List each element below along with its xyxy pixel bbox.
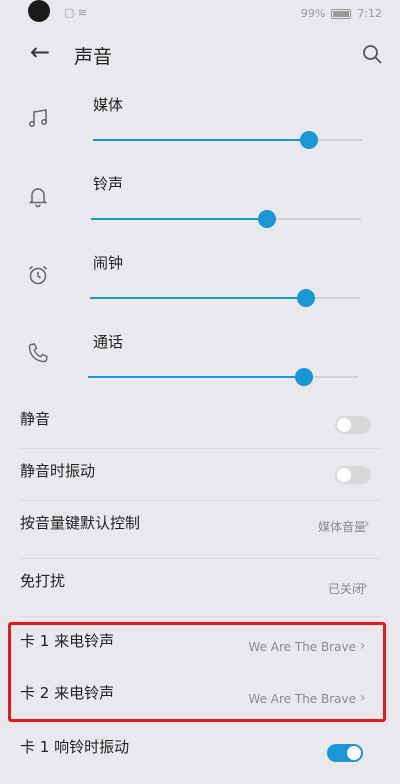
search-icon[interactable] xyxy=(362,44,382,64)
slider-fill xyxy=(91,218,267,220)
battery-icon xyxy=(331,9,352,19)
battery-percent: 99% xyxy=(300,7,326,20)
status-bar: ▢ ≋ 99% 7:12 xyxy=(0,0,400,30)
ringtone-volume-label: 铃声 xyxy=(93,175,124,193)
vibrate-on-mute-toggle[interactable] xyxy=(335,466,371,484)
sim1-vibrate-row[interactable]: 卡 1 响铃时振动 xyxy=(0,730,400,784)
call-volume-slider[interactable] xyxy=(88,367,358,387)
mute-toggle[interactable] xyxy=(335,416,371,434)
page-title: 声音 xyxy=(74,46,113,68)
app-bar: ← 声音 xyxy=(0,30,400,82)
status-right: 99% 7:12 xyxy=(301,7,382,20)
media-volume-slider[interactable] xyxy=(93,130,363,150)
phone-icon xyxy=(28,343,48,363)
sim1-vibrate-toggle[interactable] xyxy=(327,744,363,762)
slider-fill xyxy=(88,376,304,378)
divider xyxy=(20,616,380,617)
slider-thumb[interactable] xyxy=(297,289,315,307)
do-not-disturb-row[interactable]: 免打扰 已关闭 › xyxy=(0,562,400,618)
bell-icon xyxy=(28,188,48,208)
clock: 7:12 xyxy=(357,7,382,20)
alarm-clock-icon xyxy=(29,265,47,285)
slider-fill xyxy=(90,297,306,299)
sim1-vibrate-label: 卡 1 响铃时振动 xyxy=(20,738,130,756)
do-not-disturb-label: 免打扰 xyxy=(20,572,66,590)
divider xyxy=(20,558,380,559)
front-camera xyxy=(28,0,50,22)
volume-key-label: 按音量键默认控制 xyxy=(20,514,141,532)
slider-thumb[interactable] xyxy=(300,131,318,149)
mute-label: 静音 xyxy=(20,410,51,428)
vibrate-on-mute-label: 静音时振动 xyxy=(20,462,96,480)
music-note-icon xyxy=(29,109,47,127)
chevron-right-icon: › xyxy=(362,578,368,594)
volume-key-value: 媒体音量 xyxy=(317,520,366,534)
call-volume-label: 通话 xyxy=(93,333,124,351)
highlight-box xyxy=(8,622,386,722)
chevron-right-icon: › xyxy=(364,516,370,532)
media-volume-label: 媒体 xyxy=(93,96,124,114)
slider-fill xyxy=(93,139,309,141)
divider xyxy=(20,448,380,449)
vibrate-on-mute-row[interactable]: 静音时振动 xyxy=(0,452,400,504)
alarm-volume-slider[interactable] xyxy=(90,288,360,308)
mute-row[interactable]: 静音 xyxy=(0,400,400,452)
volume-key-row[interactable]: 按音量键默认控制 媒体音量 › xyxy=(0,504,400,560)
notification-icons: ▢ ≋ xyxy=(64,6,88,19)
do-not-disturb-value: 已关闭 xyxy=(327,582,364,596)
alarm-volume-label: 闹钟 xyxy=(93,254,124,272)
divider xyxy=(20,500,380,501)
ringtone-volume-slider[interactable] xyxy=(91,209,361,229)
slider-thumb[interactable] xyxy=(257,210,276,228)
back-arrow-icon[interactable]: ← xyxy=(30,38,50,66)
slider-thumb[interactable] xyxy=(295,368,313,386)
